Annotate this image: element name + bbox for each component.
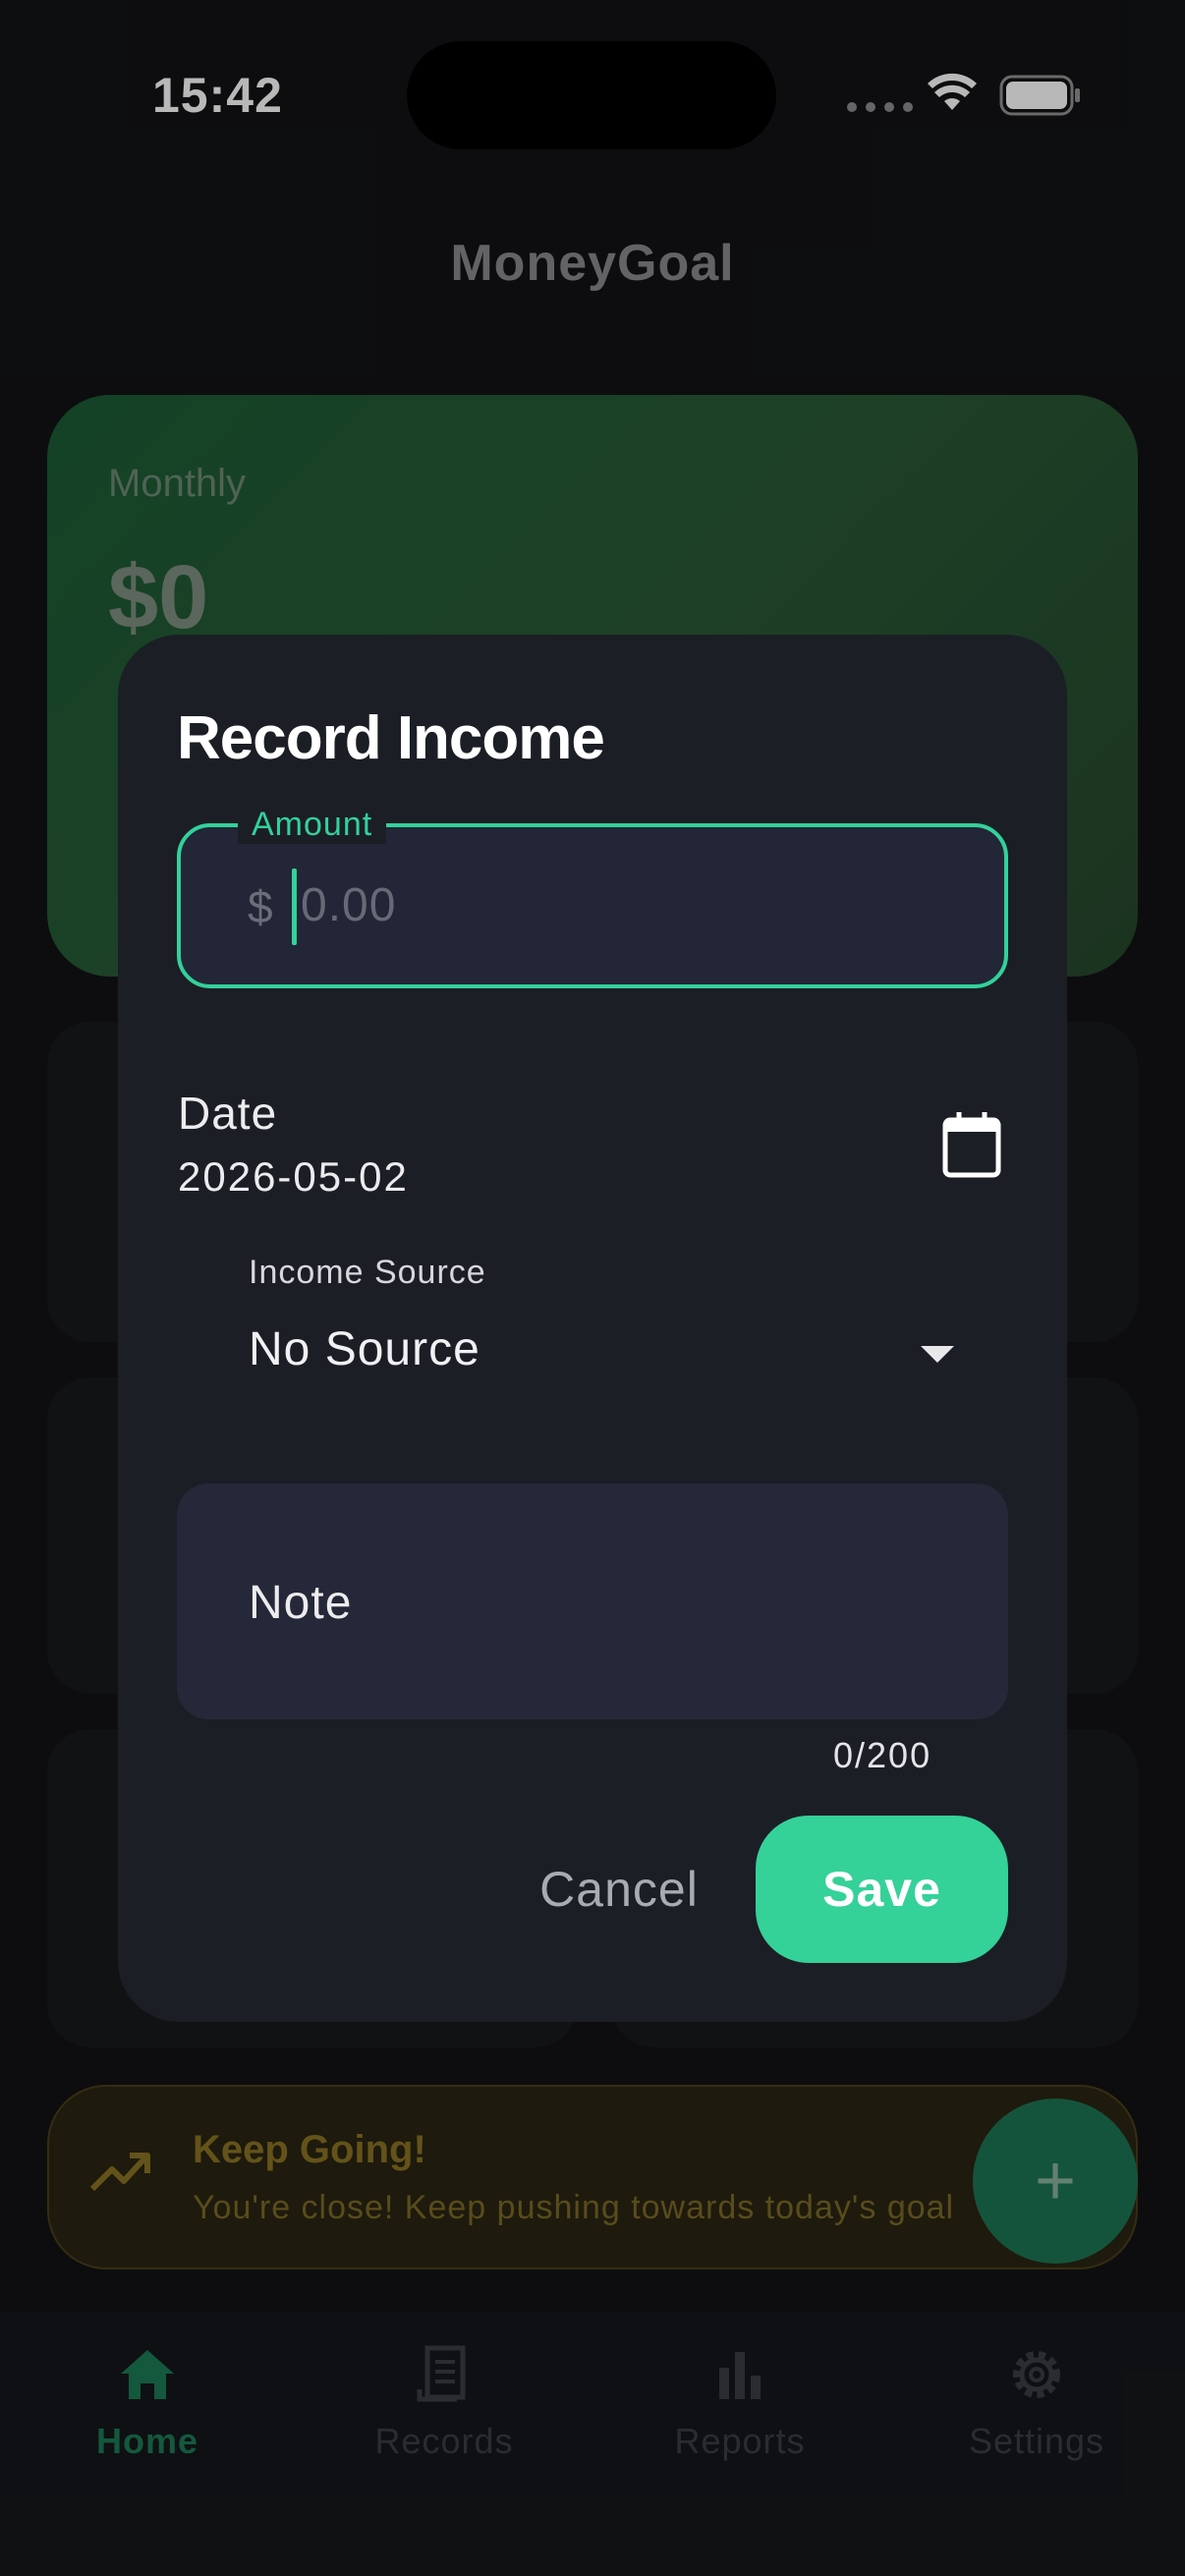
date-label: Date	[178, 1088, 278, 1139]
income-source-dropdown[interactable]: No Source	[249, 1322, 976, 1391]
amount-input[interactable]	[301, 872, 930, 937]
save-button[interactable]: Save	[756, 1816, 1008, 1963]
income-source-label: Income Source	[249, 1254, 486, 1291]
amount-label: Amount	[238, 806, 387, 844]
currency-prefix: $	[248, 881, 273, 932]
date-value[interactable]: 2026-05-02	[178, 1153, 409, 1201]
note-label: Note	[249, 1577, 353, 1629]
cancel-button[interactable]: Cancel	[511, 1816, 727, 1963]
text-cursor	[292, 868, 297, 945]
dialog-title: Record Income	[177, 704, 605, 772]
calendar-icon[interactable]	[931, 1104, 1012, 1185]
chevron-down-icon	[921, 1346, 954, 1363]
note-char-counter: 0/200	[833, 1735, 932, 1775]
income-source-value: No Source	[249, 1323, 480, 1375]
